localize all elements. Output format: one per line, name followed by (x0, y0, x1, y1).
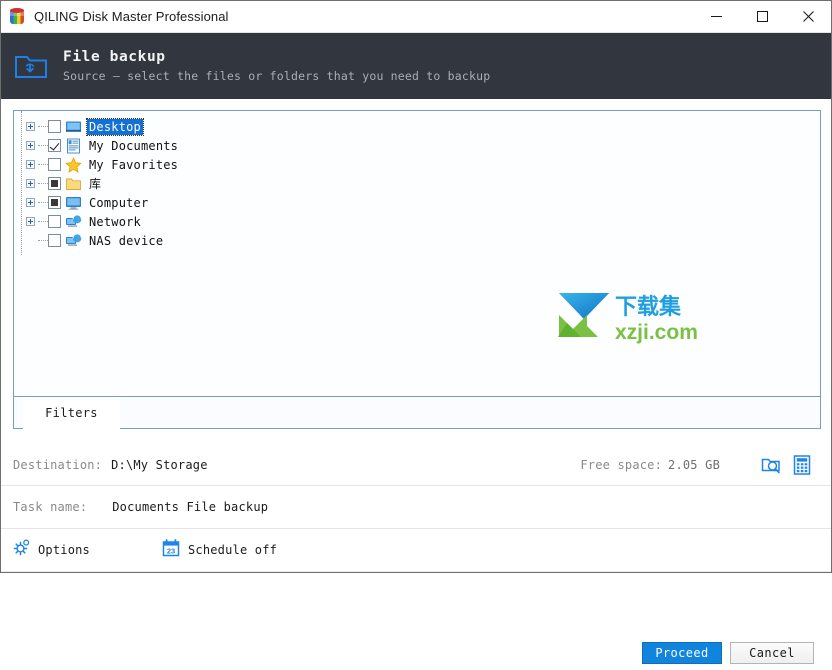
expand-icon[interactable] (22, 155, 38, 174)
calendar-day: 23 (167, 546, 175, 555)
tree-item-label[interactable]: Desktop (86, 117, 144, 136)
close-button[interactable] (785, 1, 831, 32)
expand-icon[interactable] (22, 212, 38, 231)
documents-icon (65, 138, 82, 154)
calculator-icon[interactable] (791, 454, 813, 476)
free-space-label: Free space: (580, 457, 663, 472)
task-name-row: Task name: Documents File backup (1, 486, 831, 529)
tree-item[interactable]: Desktop (22, 117, 820, 136)
network-icon (65, 214, 82, 230)
expand-icon[interactable] (22, 174, 38, 193)
tree-connector (38, 220, 48, 223)
schedule-button[interactable]: 23 Schedule off (162, 538, 278, 562)
tree-item-label[interactable]: Computer (87, 195, 150, 211)
page-subtitle: Source — select the files or folders tha… (63, 68, 491, 83)
tree-line (22, 231, 38, 250)
star-icon (65, 156, 82, 173)
options-row: Options 23 Schedule off (1, 529, 831, 571)
folder-backup-icon (13, 50, 49, 82)
desktop-icon (65, 119, 82, 135)
tree-item[interactable]: My Favorites (22, 155, 820, 174)
tree-item[interactable]: My Documents (22, 136, 820, 155)
task-name-value[interactable]: Documents File backup (112, 500, 268, 514)
page-header: File backup Source — select the files or… (1, 33, 831, 99)
cancel-button[interactable]: Cancel (730, 642, 814, 664)
gear-icon (13, 539, 30, 561)
tree-item-label[interactable]: My Documents (87, 138, 180, 154)
title-bar: QILING Disk Master Professional (1, 1, 831, 33)
folder-icon (65, 176, 82, 192)
maximize-button[interactable] (739, 1, 785, 32)
destination-label: Destination: (13, 457, 103, 472)
tree-connector (38, 163, 48, 166)
computer-icon (65, 195, 82, 211)
minimize-button[interactable] (693, 1, 739, 32)
window-controls (693, 1, 831, 32)
proceed-button[interactable]: Proceed (642, 642, 722, 664)
tree-checkbox[interactable] (48, 139, 61, 152)
application-window: QILING Disk Master Professional File bac… (0, 0, 832, 664)
tree-item[interactable]: NAS device (22, 231, 820, 250)
options-label: Options (38, 543, 90, 557)
tree-item[interactable]: Computer (22, 193, 820, 212)
source-tree: Desktop My Documents My Favorites 库 Computer… (14, 111, 820, 255)
tree-item-label[interactable]: NAS device (87, 233, 165, 249)
main-content: Desktop My Documents My Favorites 库 Computer… (1, 99, 831, 664)
tree-checkbox[interactable] (48, 215, 61, 228)
tree-item-label[interactable]: Network (87, 214, 143, 230)
tree-checkbox[interactable] (48, 120, 61, 133)
destination-value[interactable]: D:\My Storage (111, 458, 208, 472)
footer-bar: Proceed Cancel (1, 571, 831, 670)
free-space-value: 2.05 GB (668, 457, 720, 472)
tree-checkbox[interactable] (48, 234, 61, 247)
cube-icon (8, 7, 26, 26)
schedule-label: Schedule off (187, 543, 278, 557)
options-button[interactable]: Options (13, 539, 90, 561)
filters-tab[interactable]: Filters (23, 397, 120, 429)
tree-item[interactable]: Network (22, 212, 820, 231)
tree-connector (38, 239, 48, 242)
task-name-label: Task name: (13, 500, 88, 514)
window-title: QILING Disk Master Professional (34, 9, 229, 24)
tree-item[interactable]: 库 (22, 174, 820, 193)
filters-bar: Filters (13, 397, 821, 429)
tree-connector (38, 201, 48, 204)
tree-item-label[interactable]: 库 (87, 176, 103, 192)
tree-item-label[interactable]: My Favorites (87, 157, 180, 173)
tree-checkbox[interactable] (48, 177, 61, 190)
expand-icon[interactable] (22, 193, 38, 212)
source-tree-panel[interactable]: Desktop My Documents My Favorites 库 Computer… (13, 110, 821, 397)
tree-connector (38, 144, 48, 147)
tree-checkbox[interactable] (48, 196, 61, 209)
expand-icon[interactable] (22, 136, 38, 155)
folder-search-icon[interactable] (760, 454, 782, 476)
page-title: File backup (63, 48, 166, 65)
tree-connector (38, 125, 48, 128)
expand-icon[interactable] (22, 117, 38, 136)
destination-row: Destination: D:\My Storage Free space: 2… (1, 444, 831, 486)
calendar-icon: 23 (162, 538, 180, 562)
nas-device-icon (65, 233, 82, 249)
tree-connector (38, 182, 48, 185)
tree-checkbox[interactable] (48, 158, 61, 171)
